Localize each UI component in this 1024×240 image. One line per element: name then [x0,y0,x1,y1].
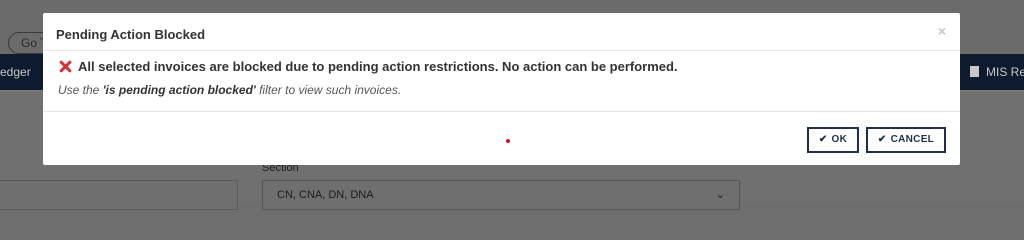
check-icon: ✔ [818,134,828,145]
cancel-button-label: CANCEL [890,134,935,145]
hint-suffix: filter to view such invoices. [255,83,402,97]
nav-item-mis-reports[interactable]: MIS Re [970,54,1024,90]
check-icon: ✔ [877,134,887,145]
modal-body: All selected invoices are blocked due to… [43,51,960,112]
pending-action-modal: Pending Action Blocked × All selected in… [43,13,960,165]
ok-button-label: OK [831,134,848,145]
document-icon [970,66,979,77]
ok-button[interactable]: ✔ OK [807,127,859,153]
cancel-button[interactable]: ✔ CANCEL [866,127,946,153]
modal-title: Pending Action Blocked [56,27,206,42]
chevron-down-icon: ⌄ [715,189,725,201]
section-select[interactable]: CN, CNA, DN, DNA ⌄ [262,180,740,210]
modal-footer: ✔ OK ✔ CANCEL [43,113,960,165]
nav-item-ledger[interactable]: edger [0,54,31,90]
error-x-icon [58,59,72,73]
modal-header: Pending Action Blocked × [43,13,960,51]
hint-filter-name: 'is pending action blocked' [102,83,256,97]
section-select-value: CN, CNA, DN, DNA [277,189,374,201]
hint-prefix: Use the [58,83,103,97]
left-filter-input[interactable] [0,180,238,210]
close-icon[interactable]: × [938,23,946,39]
loading-dot [506,139,510,143]
error-message: All selected invoices are blocked due to… [58,59,678,74]
nav-item-mis-label: MIS Re [986,65,1024,79]
hint-message: Use the 'is pending action blocked' filt… [58,83,401,97]
error-message-text: All selected invoices are blocked due to… [78,59,678,74]
